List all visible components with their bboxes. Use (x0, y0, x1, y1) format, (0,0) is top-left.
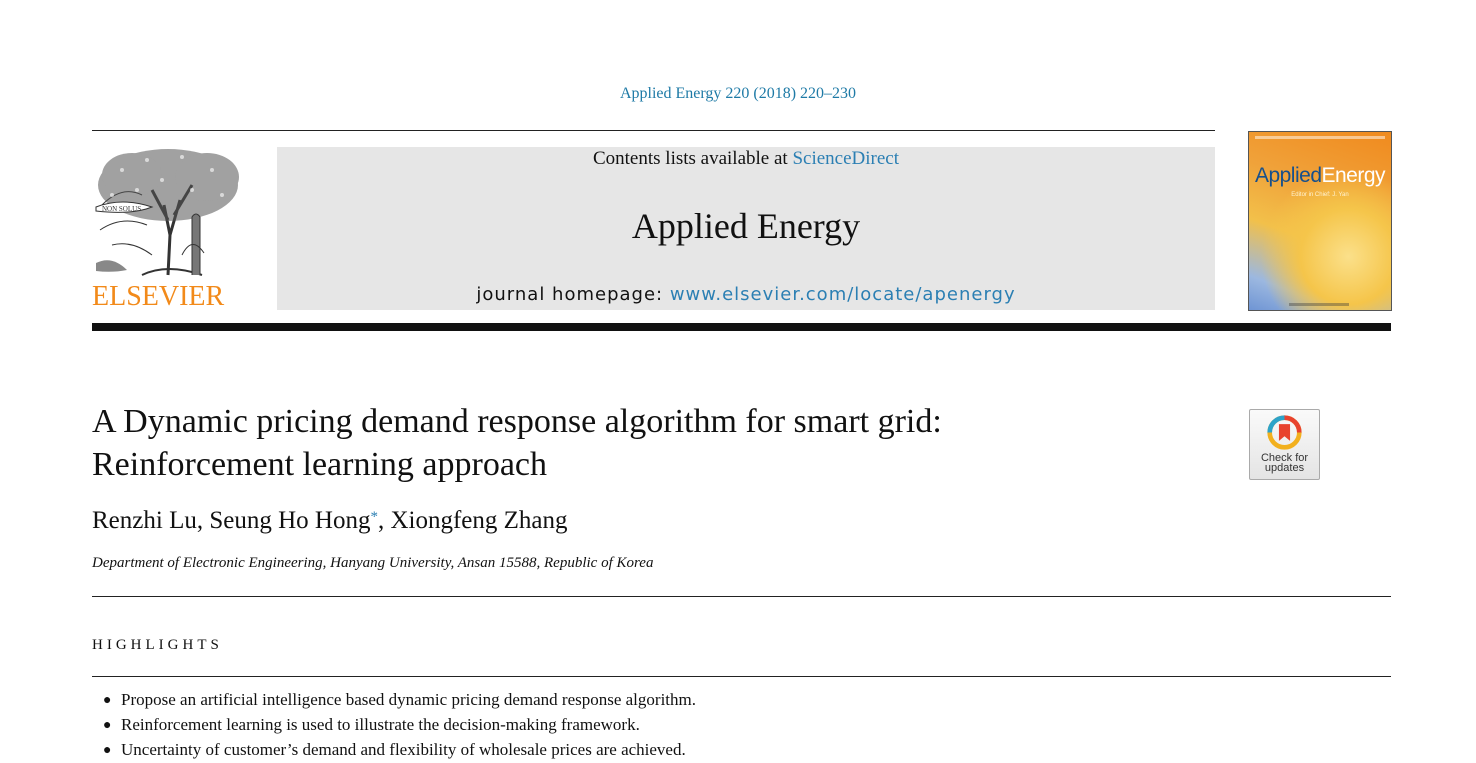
journal-title: Applied Energy (631, 206, 861, 246)
bullet-icon: ● (103, 693, 112, 708)
authors-part1: Renzhi Lu, Seung Ho Hong (92, 507, 371, 534)
check-for-updates-button[interactable]: Check for updates (1249, 409, 1320, 480)
check-label-line2: updates (1264, 462, 1305, 474)
highlights-list: ● Propose an artificial intelligence base… (103, 688, 696, 763)
cover-title: AppliedEnergy (1249, 164, 1391, 188)
header-divider (92, 130, 1215, 131)
affiliation-divider (92, 596, 1391, 597)
cover-title-accent: Energy (1321, 164, 1386, 187)
authors-part2: , Xiongfeng Zhang (377, 507, 568, 534)
sciencedirect-link[interactable]: ScienceDirect (792, 148, 899, 169)
highlight-item: ● Uncertainty of customer’s demand and fl… (103, 738, 696, 763)
bullet-icon: ● (103, 718, 112, 733)
highlights-divider (92, 676, 1391, 677)
cover-title-main: Applied (1254, 164, 1322, 187)
journal-cover[interactable]: AppliedEnergy Editor in Chief: J. Yan (1248, 131, 1392, 311)
contents-line: Contents lists available at ScienceDirec… (277, 147, 1215, 171)
tree-logo-icon: NON SOLUS (95, 149, 239, 276)
cover-subtitle: Editor in Chief: J. Yan (1291, 192, 1349, 198)
homepage-prefix: journal homepage: (476, 284, 670, 305)
cover-bottom-strip (1289, 303, 1349, 306)
bullet-icon: ● (103, 743, 112, 758)
contents-prefix: Contents lists available at (592, 148, 793, 169)
journal-citation[interactable]: Applied Energy 220 (2018) 220–230 (0, 85, 1476, 103)
highlight-text: Propose an artificial intelligence based… (121, 690, 696, 709)
elsevier-logo[interactable]: NON SOLUS ELSEVIER (92, 145, 244, 313)
highlight-item: ● Reinforcement learning is used to illus… (103, 713, 696, 738)
header-thick-divider (92, 323, 1391, 331)
journal-banner: Contents lists available at ScienceDirec… (277, 147, 1215, 310)
article-title: A Dynamic pricing demand response algori… (92, 400, 1192, 486)
homepage-line: journal homepage: www.elsevier.com/locat… (277, 284, 1215, 305)
highlight-text: Uncertainty of customer’s demand and fle… (121, 740, 686, 759)
article-title-line2: Reinforcement learning approach (92, 446, 548, 483)
article-title-line1: A Dynamic pricing demand response algori… (92, 403, 942, 440)
homepage-link[interactable]: www.elsevier.com/locate/apenergy (670, 284, 1016, 305)
highlights-heading: HIGHLIGHTS (92, 637, 223, 653)
check-for-updates-label: Check for updates (1250, 453, 1319, 474)
author-list: Renzhi Lu, Seung Ho Hong*, Xiongfeng Zha… (92, 507, 568, 535)
bookmark-ring-icon (1267, 415, 1302, 450)
affiliation: Department of Electronic Engineering, Ha… (92, 555, 654, 571)
elsevier-wordmark: ELSEVIER (92, 281, 225, 312)
highlight-text: Reinforcement learning is used to illust… (121, 715, 640, 734)
logo-banner-text: NON SOLUS (102, 205, 141, 213)
corresponding-author-mark[interactable]: * (370, 509, 378, 525)
highlight-item: ● Propose an artificial intelligence base… (103, 688, 696, 713)
cover-top-strip (1255, 136, 1385, 139)
